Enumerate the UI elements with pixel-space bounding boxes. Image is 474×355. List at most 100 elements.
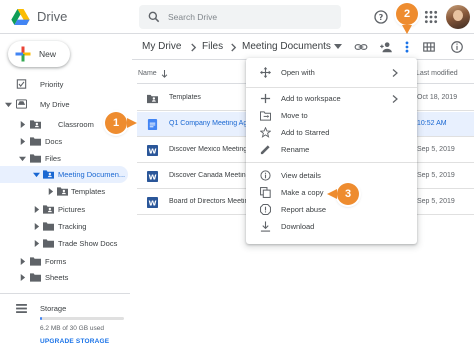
sidebar-item-my-drive[interactable]: My Drive <box>0 96 130 113</box>
file-modified: Sep 5, 2019 <box>417 172 455 179</box>
menu-item-view-details[interactable]: View details <box>246 167 417 184</box>
share-add-person-icon[interactable] <box>379 40 393 54</box>
shared-folder-icon <box>43 205 54 214</box>
upgrade-storage-link[interactable]: UPGRADE STORAGE <box>40 338 109 345</box>
chevron-right-icon <box>392 69 398 77</box>
file-modified: Oct 18, 2019 <box>417 94 458 101</box>
sidebar-item-priority[interactable]: Priority <box>0 76 130 93</box>
sidebar-item-label: Meeting Documen... <box>58 170 126 179</box>
chevron-right-icon[interactable] <box>33 240 40 247</box>
svg-text:W: W <box>148 173 156 182</box>
search-input[interactable]: Search Drive <box>168 12 217 22</box>
chevron-right-icon[interactable] <box>19 274 26 281</box>
info-icon[interactable] <box>450 40 464 54</box>
callout-badge-2: 2 <box>396 3 418 25</box>
chevron-right-icon[interactable] <box>19 121 26 128</box>
chevron-right-icon[interactable] <box>33 206 40 213</box>
chevron-right-icon[interactable] <box>47 188 54 195</box>
checkbox-icon <box>16 79 27 89</box>
sidebar-item-tracking[interactable]: Tracking <box>0 218 130 235</box>
more-vert-icon[interactable] <box>400 40 414 54</box>
column-header-name[interactable]: Name <box>138 70 157 77</box>
menu-item-label: Add to Starred <box>281 128 330 137</box>
shared-folder-icon <box>43 170 54 179</box>
apps-grid-icon[interactable] <box>424 10 438 24</box>
menu-item-label: Download <box>281 222 315 231</box>
storage-usage-fill <box>40 317 42 320</box>
info-icon <box>260 170 271 181</box>
folder-icon <box>43 222 54 231</box>
sidebar-item-files[interactable]: Files <box>0 150 130 167</box>
folder-icon <box>43 239 54 248</box>
chevron-right-icon <box>392 95 398 103</box>
help-icon[interactable]: ? <box>373 9 389 25</box>
search-icon[interactable] <box>147 10 161 24</box>
copy-icon <box>260 187 271 198</box>
menu-item-open-with[interactable]: Open with <box>246 64 417 81</box>
sidebar-item-trade-show-docs[interactable]: Trade Show Docs <box>0 235 130 252</box>
word-icon: W <box>147 197 158 208</box>
column-header-modified[interactable]: Last modified <box>416 70 458 77</box>
breadcrumb-item-meeting-documents[interactable]: Meeting Documents <box>242 41 331 52</box>
sidebar-item-label: Sheets <box>45 273 69 282</box>
menu-item-move-to[interactable]: Move to <box>246 107 417 124</box>
chevron-right-icon[interactable] <box>19 138 26 145</box>
menu-item-label: Make a copy <box>281 188 324 197</box>
menu-item-download[interactable]: Download <box>246 218 417 235</box>
menu-divider <box>246 162 417 163</box>
menu-item-label: Add to workspace <box>281 94 341 103</box>
chevron-right-icon[interactable] <box>33 223 40 230</box>
sidebar-item-docs[interactable]: Docs <box>0 133 130 150</box>
breadcrumb: My Drive Files Meeting Documents <box>132 35 474 60</box>
link-icon[interactable] <box>354 40 368 54</box>
search-box[interactable]: Search Drive <box>139 5 341 29</box>
chevron-down-icon[interactable] <box>334 44 342 50</box>
sidebar-item-label: Classroom <box>58 120 94 129</box>
new-button-label: New <box>39 49 57 59</box>
breadcrumb-item-my-drive[interactable]: My Drive <box>142 41 181 52</box>
drive-logo-icon[interactable] <box>11 9 30 25</box>
doc-icon <box>147 119 158 130</box>
file-name: Discover Canada Meeting <box>169 172 247 179</box>
chevron-down-icon[interactable] <box>5 101 12 108</box>
storage-label[interactable]: Storage <box>40 304 66 313</box>
menu-item-label: Report abuse <box>281 205 327 214</box>
chevron-down-icon[interactable] <box>19 155 26 162</box>
menu-item-add-to-workspace[interactable]: Add to workspace <box>246 90 417 107</box>
star-icon <box>260 127 271 138</box>
chevron-down-icon[interactable] <box>33 171 40 178</box>
move-to-folder-icon <box>260 111 271 121</box>
file-name: Discover Mexico Meeting <box>169 146 247 153</box>
sidebar-item-label: Trade Show Docs <box>58 239 118 248</box>
sidebar-item-templates[interactable]: Templates <box>0 183 130 200</box>
menu-item-label: Open with <box>281 68 315 77</box>
menu-divider <box>246 87 417 88</box>
file-name: Templates <box>169 94 201 101</box>
sidebar-item-label: Forms <box>45 257 67 266</box>
file-modified: Sep 5, 2019 <box>417 146 455 153</box>
move-arrows-icon <box>260 67 271 78</box>
new-button[interactable]: New <box>8 41 70 67</box>
arrow-down-icon[interactable] <box>161 70 168 78</box>
grid-view-icon[interactable] <box>422 40 436 54</box>
app-title[interactable]: Drive <box>37 9 67 24</box>
sidebar-item-sheets[interactable]: Sheets <box>0 269 130 286</box>
sidebar-item-label: Files <box>45 154 61 163</box>
menu-item-add-to-starred[interactable]: Add to Starred <box>246 124 417 141</box>
chevron-right-icon[interactable] <box>19 258 26 265</box>
menu-item-rename[interactable]: Rename <box>246 141 417 158</box>
callout-pointer <box>327 189 337 199</box>
word-icon: W <box>147 145 158 156</box>
sidebar-item-forms[interactable]: Forms <box>0 253 130 270</box>
avatar[interactable] <box>446 5 470 29</box>
storage-usage-bar <box>40 317 124 320</box>
sidebar-item-pictures[interactable]: Pictures <box>0 201 130 218</box>
sidebar-item-label: Docs <box>45 137 63 146</box>
drive-icon <box>16 99 27 109</box>
sidebar-item-meeting-documents[interactable]: Meeting Documen... <box>0 166 128 183</box>
file-modified: Sep 5, 2019 <box>417 198 455 205</box>
folder-icon <box>30 137 41 146</box>
sidebar-item-label: My Drive <box>40 100 70 109</box>
breadcrumb-item-files[interactable]: Files <box>202 41 223 52</box>
menu-item-report-abuse[interactable]: Report abuse <box>246 201 417 218</box>
